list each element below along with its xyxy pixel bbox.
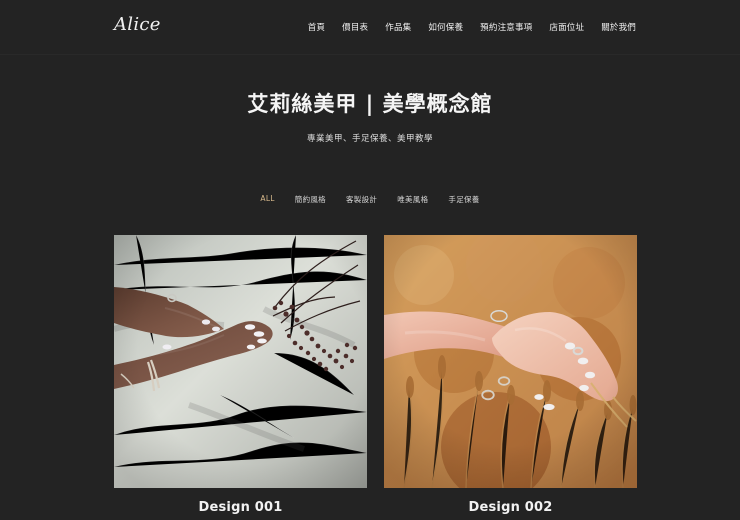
nav-about-link[interactable]: 關於我們 (601, 21, 636, 33)
filter-custom-design[interactable]: 客製設計 (346, 194, 377, 205)
nav-booking-notes-link[interactable]: 預約注意事項 (480, 21, 532, 33)
page: Alice 首頁 價目表 作品集 如何保養 預約注意事項 店面位址 關於我們 艾… (0, 0, 740, 520)
portfolio-filters: ALL 簡約風格 客製設計 唯美風格 手足保養 (0, 194, 740, 205)
filter-all[interactable]: ALL (260, 194, 274, 205)
filter-romantic-style[interactable]: 唯美風格 (397, 194, 428, 205)
design-002-title: Design 002 (468, 500, 553, 515)
top-navigation: Alice 首頁 價目表 作品集 如何保養 預約注意事項 店面位址 關於我們 (0, 0, 740, 54)
hands-in-wheat-field-image (384, 235, 637, 488)
design-002-image[interactable] (384, 235, 637, 488)
filter-hand-foot-care[interactable]: 手足保養 (448, 194, 479, 205)
nav-care-link[interactable]: 如何保養 (428, 21, 463, 33)
design-001-title: Design 001 (198, 500, 283, 515)
nav-pricing-link[interactable]: 價目表 (342, 21, 368, 33)
main-nav: 首頁 價目表 作品集 如何保養 預約注意事項 店面位址 關於我們 (308, 21, 636, 33)
nav-portfolio-link[interactable]: 作品集 (385, 21, 411, 33)
nav-location-link[interactable]: 店面位址 (549, 21, 584, 33)
page-title: 艾莉絲美甲 | 美學概念館 (247, 92, 493, 116)
gallery-card-1[interactable]: Design 001 (114, 235, 367, 515)
nav-home-link[interactable]: 首頁 (308, 21, 325, 33)
hands-on-fabric-image (114, 235, 367, 488)
design-001-image[interactable] (114, 235, 367, 488)
page-subtitle: 專業美甲、手足保養、美甲教學 (306, 134, 433, 144)
filter-simple-style[interactable]: 簡約風格 (295, 194, 326, 205)
header-divider (0, 54, 740, 55)
site-logo[interactable]: Alice (114, 14, 161, 35)
gallery-card-2[interactable]: Design 002 (384, 235, 637, 515)
